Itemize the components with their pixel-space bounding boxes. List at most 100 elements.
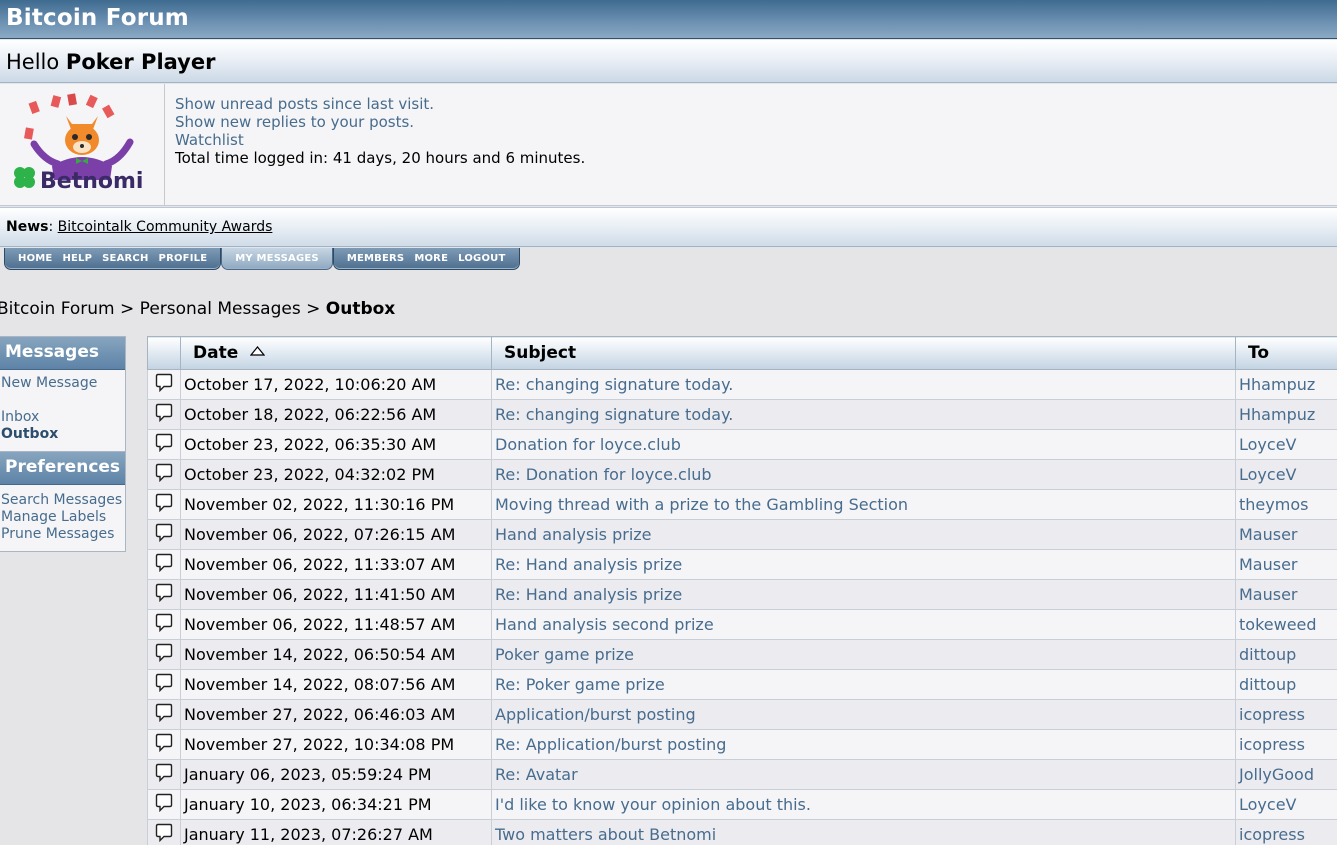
sidebar-messages-body: New Message Inbox Outbox	[0, 370, 125, 451]
row-subject-link[interactable]: Application/burst posting	[495, 705, 696, 724]
row-subject-link[interactable]: Donation for loyce.club	[495, 435, 681, 454]
table-row: January 11, 2023, 07:26:27 AM Two matters…	[147, 819, 1337, 845]
row-icon-cell	[147, 759, 181, 790]
header-to[interactable]: To	[1235, 336, 1337, 370]
row-recipient-link[interactable]: theymos	[1239, 495, 1308, 514]
message-icon	[155, 433, 173, 453]
messages-table-wrap: Date Subject To October 17, 2022, 10:06:…	[147, 336, 1337, 845]
header-date[interactable]: Date	[180, 336, 492, 370]
row-date: November 14, 2022, 08:07:56 AM	[180, 669, 492, 700]
row-to-cell: LoyceV	[1235, 459, 1337, 490]
messages-body: October 17, 2022, 10:06:20 AM Re: changin…	[147, 369, 1337, 845]
menu-home[interactable]: HOME	[13, 253, 57, 264]
row-subject-link[interactable]: Poker game prize	[495, 645, 634, 664]
row-subject-link[interactable]: Re: Hand analysis prize	[495, 585, 682, 604]
sidebar-inbox[interactable]: Inbox	[1, 409, 123, 426]
row-subject-link[interactable]: Hand analysis second prize	[495, 615, 714, 634]
row-recipient-link[interactable]: tokeweed	[1239, 615, 1317, 634]
table-row: November 06, 2022, 11:33:07 AM Re: Hand a…	[147, 549, 1337, 580]
row-recipient-link[interactable]: icopress	[1239, 735, 1305, 754]
row-subject-link[interactable]: I'd like to know your opinion about this…	[495, 795, 811, 814]
row-recipient-link[interactable]: Mauser	[1239, 525, 1298, 544]
sidebar-outbox[interactable]: Outbox	[1, 426, 123, 443]
table-row: November 14, 2022, 08:07:56 AM Re: Poker …	[147, 669, 1337, 700]
message-icon	[155, 463, 173, 483]
row-date: November 06, 2022, 07:26:15 AM	[180, 519, 492, 550]
row-subject-cell: Hand analysis second prize	[491, 609, 1236, 640]
menu-my-messages[interactable]: MY MESSAGES	[230, 253, 324, 264]
row-recipient-link[interactable]: LoyceV	[1239, 465, 1296, 484]
sidebar-prune-messages[interactable]: Prune Messages	[1, 526, 123, 543]
menu-help[interactable]: HELP	[57, 253, 97, 264]
message-icon	[155, 403, 173, 423]
row-to-cell: dittoup	[1235, 669, 1337, 700]
table-row: November 27, 2022, 06:46:03 AM Applicatio…	[147, 699, 1337, 730]
sidebar-search-messages[interactable]: Search Messages	[1, 492, 123, 509]
header-subject[interactable]: Subject	[491, 336, 1236, 370]
row-subject-link[interactable]: Re: Application/burst posting	[495, 735, 726, 754]
row-icon-cell	[147, 639, 181, 670]
row-subject-cell: Re: Avatar	[491, 759, 1236, 790]
row-icon-cell	[147, 519, 181, 550]
watchlist-link[interactable]: Watchlist	[175, 131, 244, 149]
row-subject-link[interactable]: Two matters about Betnomi	[495, 825, 716, 844]
menu-more[interactable]: MORE	[409, 253, 453, 264]
row-date: November 27, 2022, 06:46:03 AM	[180, 699, 492, 730]
message-icon	[155, 643, 173, 663]
row-recipient-link[interactable]: LoyceV	[1239, 435, 1296, 454]
row-recipient-link[interactable]: LoyceV	[1239, 795, 1296, 814]
row-subject-link[interactable]: Re: Poker game prize	[495, 675, 665, 694]
time-logged-in: Total time logged in: 41 days, 20 hours …	[175, 149, 586, 167]
breadcrumb-section[interactable]: Personal Messages	[140, 299, 301, 319]
row-recipient-link[interactable]: dittoup	[1239, 675, 1296, 694]
row-to-cell: LoyceV	[1235, 429, 1337, 460]
row-subject-link[interactable]: Re: changing signature today.	[495, 405, 733, 424]
row-subject-link[interactable]: Re: changing signature today.	[495, 375, 733, 394]
row-recipient-link[interactable]: icopress	[1239, 825, 1305, 844]
row-subject-link[interactable]: Re: Donation for loyce.club	[495, 465, 712, 484]
row-subject-cell: Donation for loyce.club	[491, 429, 1236, 460]
message-icon	[155, 733, 173, 753]
row-recipient-link[interactable]: dittoup	[1239, 645, 1296, 664]
row-icon-cell	[147, 399, 181, 430]
sidebar-preferences-header: Preferences	[0, 452, 125, 485]
row-to-cell: Hhampuz	[1235, 369, 1337, 400]
row-to-cell: theymos	[1235, 489, 1337, 520]
row-to-cell: JollyGood	[1235, 759, 1337, 790]
row-date: January 10, 2023, 06:34:21 PM	[180, 789, 492, 820]
row-subject-link[interactable]: Re: Hand analysis prize	[495, 555, 682, 574]
row-recipient-link[interactable]: Mauser	[1239, 555, 1298, 574]
row-recipient-link[interactable]: icopress	[1239, 705, 1305, 724]
menu-search[interactable]: SEARCH	[97, 253, 153, 264]
sidebar-new-message[interactable]: New Message	[1, 375, 123, 392]
row-recipient-link[interactable]: Mauser	[1239, 585, 1298, 604]
row-date: November 14, 2022, 06:50:54 AM	[180, 639, 492, 670]
news-link[interactable]: Bitcointalk Community Awards	[58, 219, 273, 235]
show-replies-link[interactable]: Show new replies to your posts.	[175, 113, 414, 131]
row-subject-cell: Re: Poker game prize	[491, 669, 1236, 700]
row-icon-cell	[147, 729, 181, 760]
row-to-cell: icopress	[1235, 729, 1337, 760]
row-subject-link[interactable]: Hand analysis prize	[495, 525, 652, 544]
row-recipient-link[interactable]: Hhampuz	[1239, 405, 1315, 424]
news-bar: News: Bitcointalk Community Awards	[0, 207, 1337, 247]
menu-profile[interactable]: PROFILE	[154, 253, 213, 264]
site-title[interactable]: Bitcoin Forum	[6, 5, 189, 31]
breadcrumb-root[interactable]: Bitcoin Forum	[0, 299, 115, 319]
menu-logout[interactable]: LOGOUT	[453, 253, 510, 264]
row-subject-cell: Re: Donation for loyce.club	[491, 459, 1236, 490]
menu-members[interactable]: MEMBERS	[342, 253, 410, 264]
greeting-text: Hello	[6, 50, 60, 74]
message-icon	[155, 613, 173, 633]
row-recipient-link[interactable]: Hhampuz	[1239, 375, 1315, 394]
table-row: October 23, 2022, 04:32:02 PM Re: Donatio…	[147, 459, 1337, 490]
row-recipient-link[interactable]: JollyGood	[1239, 765, 1314, 784]
show-unread-link[interactable]: Show unread posts since last visit.	[175, 95, 434, 113]
row-date: November 06, 2022, 11:41:50 AM	[180, 579, 492, 610]
sidebar-manage-labels[interactable]: Manage Labels	[1, 509, 123, 526]
hello-bar: Hello Poker Player	[0, 40, 1337, 83]
sort-up-icon[interactable]	[250, 346, 266, 356]
row-subject-link[interactable]: Moving thread with a prize to the Gambli…	[495, 495, 908, 514]
row-icon-cell	[147, 459, 181, 490]
row-subject-link[interactable]: Re: Avatar	[495, 765, 578, 784]
